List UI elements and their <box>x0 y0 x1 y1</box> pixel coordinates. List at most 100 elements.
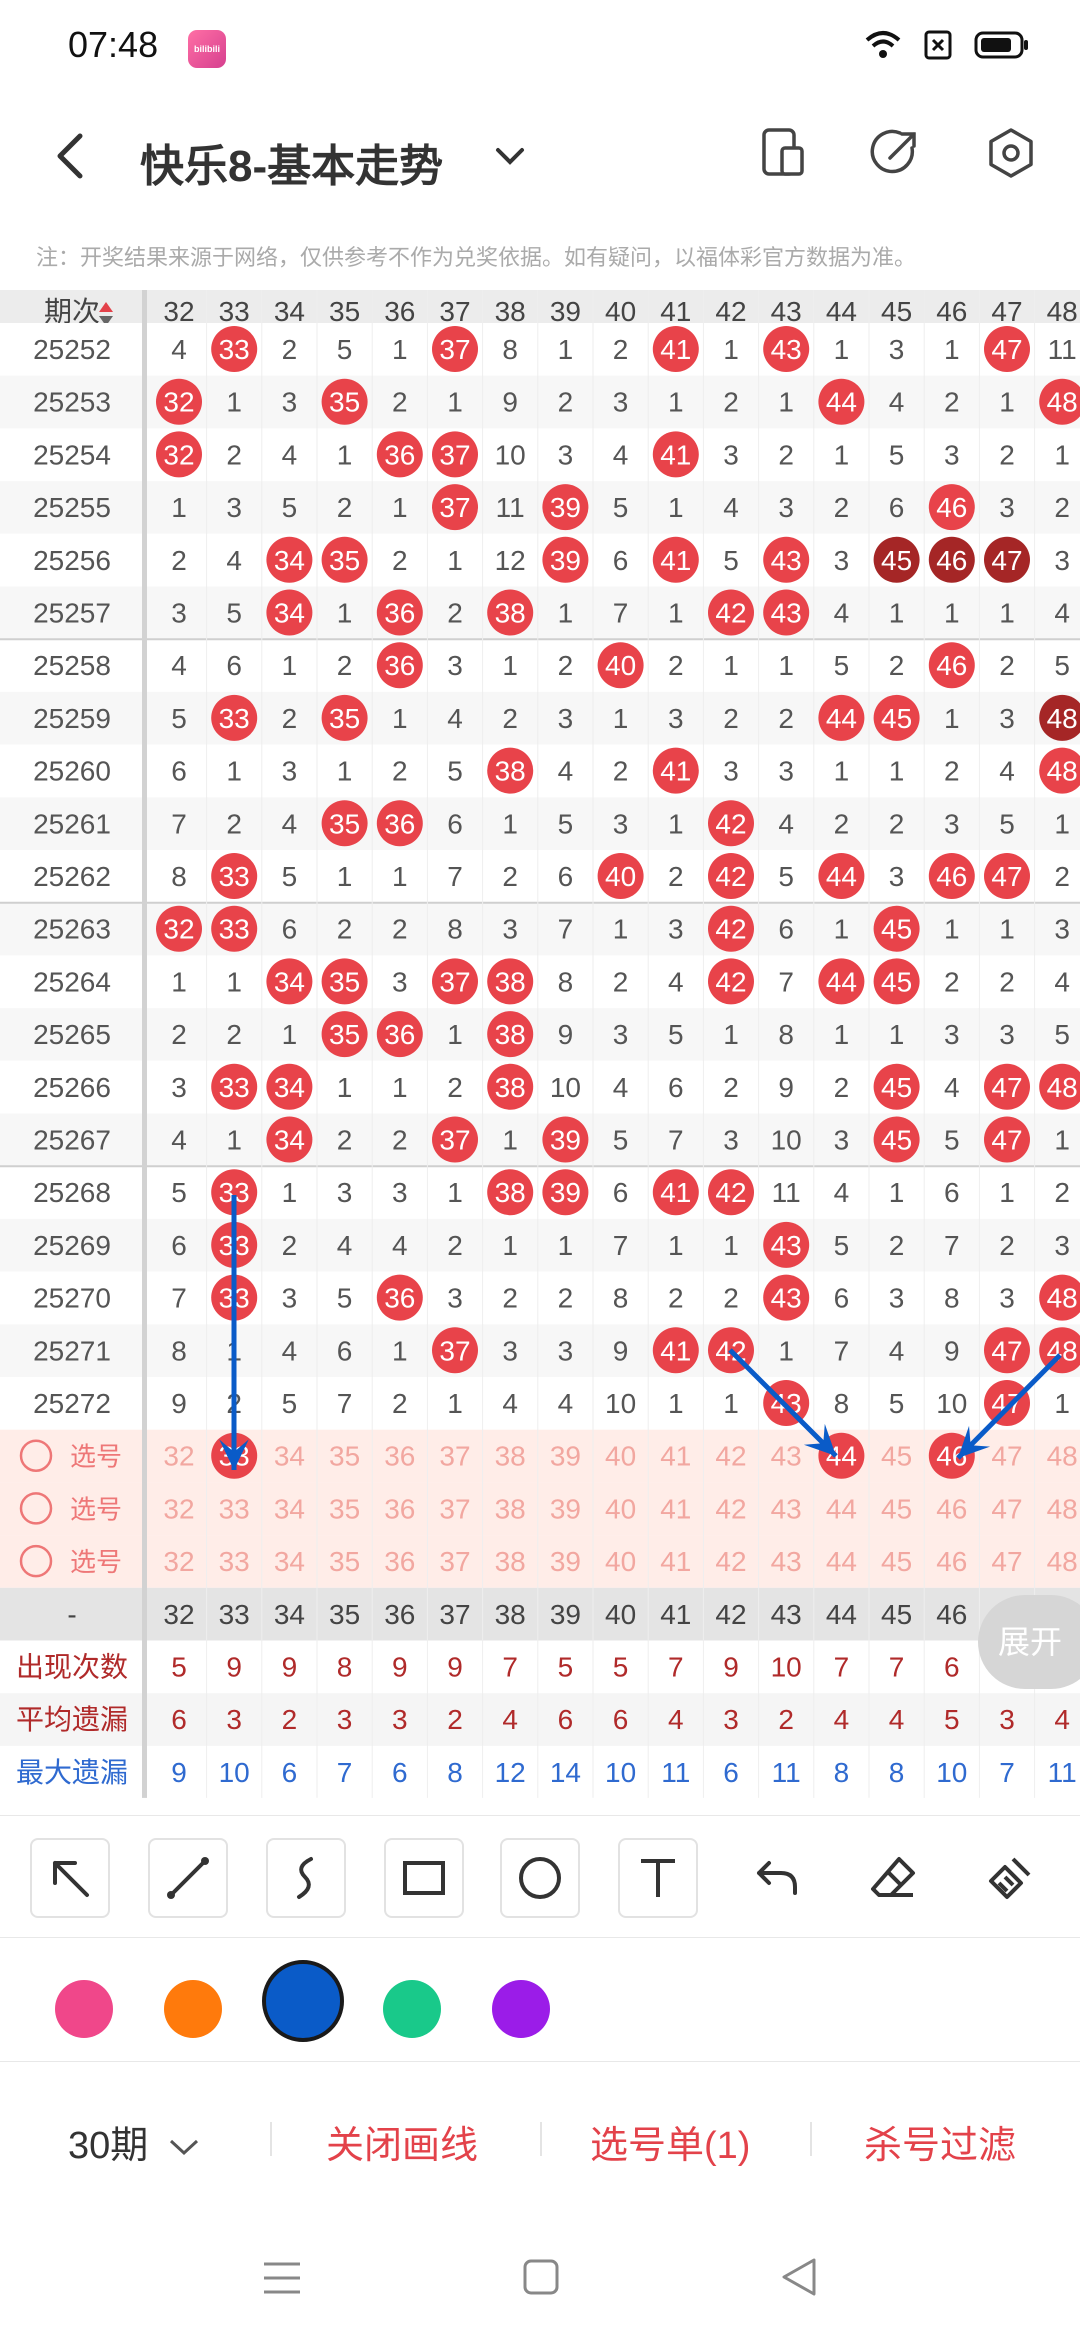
divider <box>810 2122 812 2156</box>
omission-cell: 8 <box>944 1283 960 1314</box>
omission-cell: 2 <box>337 492 353 523</box>
period-cell: 25272 <box>33 1388 111 1419</box>
omission-cell: 3 <box>502 914 518 945</box>
color-swatch-pink[interactable] <box>55 1980 113 2038</box>
omission-cell: 9 <box>778 1072 794 1103</box>
ball-number: 34 <box>274 545 305 576</box>
omission-cell: 1 <box>668 808 684 839</box>
omission-cell: 3 <box>668 703 684 734</box>
omission-cell: 6 <box>447 808 463 839</box>
table-row <box>0 744 1080 798</box>
ball-number: 41 <box>660 756 691 787</box>
omission-cell: 2 <box>392 1125 408 1156</box>
expand-button[interactable]: 展开 <box>978 1595 1080 1689</box>
omission-cell: 4 <box>999 756 1015 787</box>
omission-cell: 9 <box>502 387 518 418</box>
stats-value: 10 <box>936 1757 967 1788</box>
omission-cell: 2 <box>392 756 408 787</box>
omission-cell: 1 <box>226 387 242 418</box>
omission-cell: 2 <box>226 808 242 839</box>
omission-cell: 1 <box>447 545 463 576</box>
omission-cell: 3 <box>778 492 794 523</box>
omission-cell: 6 <box>834 1283 850 1314</box>
arrow-tool-button[interactable] <box>30 1838 110 1918</box>
clear-button[interactable] <box>970 1838 1050 1918</box>
back-nav-icon[interactable] <box>780 2256 818 2298</box>
settings-icon[interactable] <box>984 126 1038 180</box>
color-swatch-orange[interactable] <box>164 1980 222 2038</box>
ball-number: 41 <box>660 545 691 576</box>
ball-number: 37 <box>439 492 470 523</box>
color-swatch-green[interactable] <box>383 1980 441 2038</box>
omission-cell: 1 <box>889 598 905 629</box>
stats-column-header: 39 <box>550 1599 581 1630</box>
period-column-divider <box>142 290 147 1798</box>
curve-tool-button[interactable] <box>266 1838 346 1918</box>
pick-number: 34 <box>274 1493 305 1524</box>
text-tool-button[interactable] <box>618 1838 698 1918</box>
share-icon[interactable] <box>868 126 922 180</box>
omission-cell: 3 <box>558 439 574 470</box>
undo-button[interactable] <box>736 1838 816 1918</box>
ball-number: 35 <box>329 545 360 576</box>
phone-layout-icon[interactable] <box>756 126 810 180</box>
stats-value: 8 <box>337 1652 353 1683</box>
omission-cell: 1 <box>447 1388 463 1419</box>
omission-cell: 5 <box>889 439 905 470</box>
omission-cell: 6 <box>613 545 629 576</box>
omission-cell: 5 <box>282 861 298 892</box>
table-row <box>0 1271 1080 1325</box>
color-swatch-purple[interactable] <box>492 1980 550 2038</box>
stats-value: 2 <box>778 1704 794 1735</box>
pick-number: 37 <box>439 1441 470 1472</box>
omission-cell: 2 <box>226 439 242 470</box>
dropdown-chevron-icon[interactable] <box>492 142 528 172</box>
omission-cell: 7 <box>447 861 463 892</box>
stats-column-header: 33 <box>219 1599 250 1630</box>
omission-cell: 11 <box>772 1177 801 1208</box>
omission-cell: 5 <box>226 598 242 629</box>
period-cell: 25266 <box>33 1072 111 1103</box>
ball-number: 44 <box>826 861 857 892</box>
home-icon[interactable] <box>522 2258 560 2296</box>
ball-number: 33 <box>219 1072 250 1103</box>
omission-cell: 3 <box>613 387 629 418</box>
stats-label: 出现次数 <box>16 1652 128 1683</box>
page-title[interactable]: 快乐8-基本走势 <box>140 130 443 194</box>
omission-cell: 2 <box>337 914 353 945</box>
omission-cell: 1 <box>171 966 187 997</box>
text-tool-icon <box>641 1859 675 1897</box>
omission-cell: 2 <box>999 650 1015 681</box>
pick-list-button[interactable]: 选号单(1) <box>590 2114 750 2169</box>
period-cell: 25267 <box>33 1125 111 1156</box>
close-drawing-button[interactable]: 关闭画线 <box>326 2114 478 2169</box>
omission-cell: 1 <box>447 1177 463 1208</box>
line-tool-button[interactable] <box>148 1838 228 1918</box>
omission-cell: 1 <box>999 914 1015 945</box>
omission-cell: 4 <box>889 1335 905 1366</box>
omission-cell: 2 <box>171 545 187 576</box>
period-select[interactable]: 30期 <box>68 2114 201 2169</box>
ball-number: 35 <box>329 1019 360 1050</box>
omission-cell: 1 <box>392 861 408 892</box>
omission-cell: 3 <box>723 439 739 470</box>
omission-cell: 5 <box>1054 1019 1070 1050</box>
trend-table: 期次 32 33 34 35 36 37 38 39 40 41 42 43 44 45 46 47 482525… <box>0 290 1080 1799</box>
back-icon[interactable] <box>50 132 90 180</box>
omission-cell: 3 <box>1054 545 1070 576</box>
omission-cell: 3 <box>613 808 629 839</box>
eraser-button[interactable] <box>854 1838 934 1918</box>
period-cell: 25262 <box>33 861 111 892</box>
menu-icon[interactable] <box>262 2260 302 2296</box>
omission-cell: 2 <box>1054 861 1070 892</box>
color-swatch-blue-selected[interactable] <box>262 1960 344 2042</box>
period-header: 期次 <box>44 296 100 327</box>
ball-number: 39 <box>550 545 581 576</box>
rectangle-tool-button[interactable] <box>384 1838 464 1918</box>
omission-cell: 6 <box>558 861 574 892</box>
kill-filter-button[interactable]: 杀号过滤 <box>864 2114 1016 2169</box>
circle-tool-button[interactable] <box>500 1838 580 1918</box>
omission-cell: 4 <box>834 598 850 629</box>
omission-cell: 6 <box>613 1177 629 1208</box>
ball-number: 32 <box>163 387 194 418</box>
